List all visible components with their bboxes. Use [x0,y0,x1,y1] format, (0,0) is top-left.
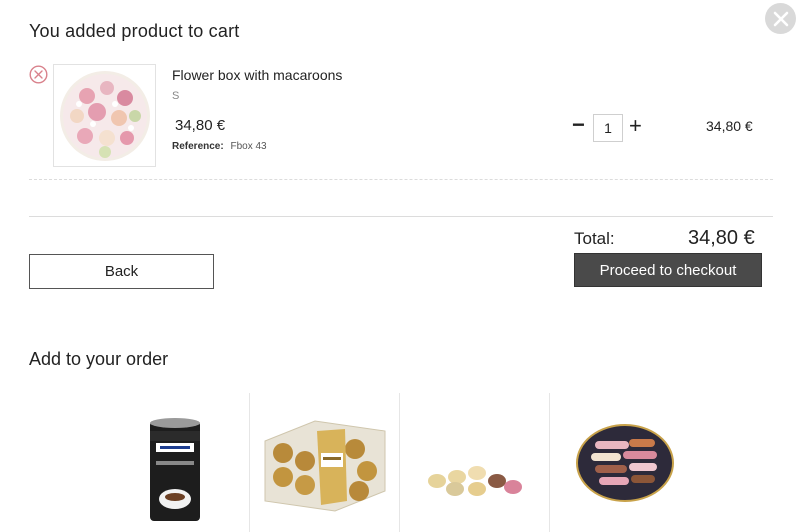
product-reference: Reference: Fbox 43 [172,141,267,152]
product-name[interactable]: Flower box with macaroons [172,67,342,83]
suggestion-card-eclairs[interactable] [550,393,700,532]
suggestions-title: Add to your order [29,349,169,369]
product-price: 34,80 € [175,117,226,134]
ferrero-rocher-box-image [264,420,385,512]
divider [29,216,773,217]
suggestions-carousel [100,393,700,532]
quantity-increase-button[interactable]: + [629,114,642,138]
line-total: 34,80 € [706,118,753,134]
reference-label: Reference: [172,141,224,152]
close-button[interactable] [765,3,796,34]
remove-circle-icon[interactable] [29,65,48,84]
total-value: 34,80 € [688,227,755,249]
modal-title: You added product to cart [29,21,240,41]
product-thumbnail[interactable] [53,64,156,167]
suggestion-card-macarons[interactable] [400,393,550,532]
cart-item-row: Flower box with macaroons S 34,80 € Refe… [29,60,773,180]
quantity-input[interactable]: 1 [593,114,623,142]
lavazza-coffee-can-image [149,418,200,521]
back-button[interactable]: Back [29,254,214,289]
proceed-to-checkout-button[interactable]: Proceed to checkout [574,253,762,287]
macarons-image [427,466,522,496]
reference-value: Fbox 43 [230,141,267,152]
suggestion-card-ferrero[interactable] [250,393,400,532]
quantity-decrease-button[interactable]: − [572,114,585,136]
suggestion-card-lavazza[interactable] [100,393,250,532]
total-label: Total: [574,229,615,248]
flower-box-image [59,70,150,161]
close-icon [773,11,788,26]
product-variant: S [172,90,180,102]
eclairs-tray-image [576,424,674,502]
